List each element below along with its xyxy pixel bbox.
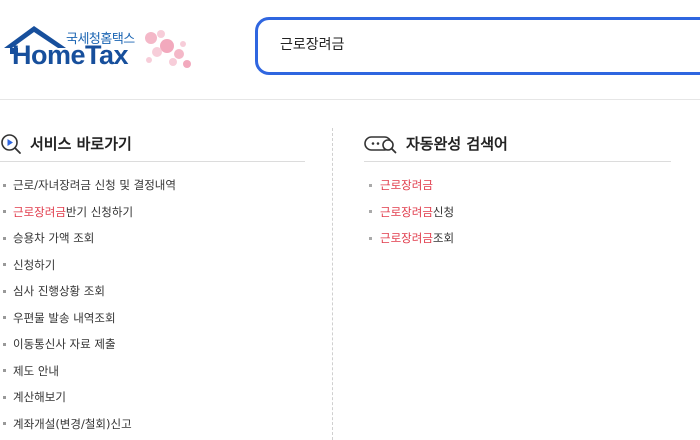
section-title: 서비스 바로가기 <box>30 135 132 153</box>
list-item[interactable]: 제도 안내 <box>0 358 305 385</box>
item-text: 제도 안내 <box>13 363 59 378</box>
bullet-icon <box>3 342 6 346</box>
bullet-icon <box>3 210 6 214</box>
highlight-text: 근로장려금 <box>380 231 433 246</box>
search-input[interactable] <box>280 36 680 52</box>
item-text: 계산해보기 <box>13 390 66 405</box>
list-item[interactable]: 이동통신사 자료 제출 <box>0 331 305 358</box>
bullet-icon <box>3 183 6 187</box>
item-text: 우편물 발송 내역조회 <box>13 310 116 325</box>
bullet-icon <box>369 183 372 187</box>
service-shortcuts-header: 서비스 바로가기 <box>0 126 305 162</box>
item-text: 반기 신청하기 <box>65 204 134 219</box>
section-title: 자동완성 검색어 <box>406 135 508 153</box>
item-text: 신청 <box>432 204 455 219</box>
bullet-icon <box>3 263 6 267</box>
service-shortcuts-section: 서비스 바로가기 근로/자녀장려금 신청 및 결정내역 근로장려금 반기 신청하… <box>0 126 305 437</box>
item-text: 심사 진행상황 조회 <box>13 284 105 299</box>
bullet-icon <box>3 316 6 320</box>
item-text: 이동통신사 자료 제출 <box>13 337 116 352</box>
column-divider <box>332 128 333 440</box>
bullet-icon <box>369 236 372 240</box>
list-item[interactable]: 심사 진행상황 조회 <box>0 278 305 305</box>
play-search-icon <box>1 133 21 154</box>
autocomplete-header: 자동완성 검색어 <box>364 126 671 162</box>
item-text: 계좌개설(변경/철회)신고 <box>13 416 132 431</box>
item-text: 근로/자녀장려금 신청 및 결정내역 <box>13 178 176 193</box>
logo-title: HomeTax <box>12 40 129 70</box>
list-item[interactable]: 근로장려금 <box>364 172 671 199</box>
item-text: 신청하기 <box>13 257 56 272</box>
highlight-text: 근로장려금 <box>13 204 66 219</box>
autocomplete-list: 근로장려금 근로장려금 신청 근로장려금 조회 <box>364 172 671 252</box>
highlight-text: 근로장려금 <box>380 178 433 193</box>
bullet-icon <box>3 289 6 293</box>
bullet-icon <box>3 395 6 399</box>
item-text: 조회 <box>432 231 455 246</box>
list-item[interactable]: 신청하기 <box>0 252 305 279</box>
list-item[interactable]: 우편물 발송 내역조회 <box>0 305 305 332</box>
item-text: 승용차 가액 조회 <box>13 231 95 246</box>
chat-search-icon <box>364 135 397 153</box>
list-item[interactable]: 승용차 가액 조회 <box>0 225 305 252</box>
list-item[interactable]: 근로장려금 신청 <box>364 199 671 226</box>
list-item[interactable]: 근로장려금 조회 <box>364 225 671 252</box>
header: 국세청홈택스 HomeTax <box>0 0 700 100</box>
list-item[interactable]: 계좌개설(변경/철회)신고 <box>0 411 305 438</box>
hometax-logo[interactable]: 국세청홈택스 HomeTax <box>2 24 202 78</box>
cherry-blossom-icon <box>145 30 191 68</box>
bullet-icon <box>3 422 6 426</box>
list-item[interactable]: 근로장려금 반기 신청하기 <box>0 199 305 226</box>
bullet-icon <box>3 369 6 373</box>
search-box[interactable] <box>255 17 700 75</box>
autocomplete-section: 자동완성 검색어 근로장려금 근로장려금 신청 근로장려금 조회 <box>364 126 671 252</box>
highlight-text: 근로장려금 <box>380 204 433 219</box>
list-item[interactable]: 근로/자녀장려금 신청 및 결정내역 <box>0 172 305 199</box>
service-list: 근로/자녀장려금 신청 및 결정내역 근로장려금 반기 신청하기 승용차 가액 … <box>0 172 305 437</box>
bullet-icon <box>3 236 6 240</box>
list-item[interactable]: 계산해보기 <box>0 384 305 411</box>
bullet-icon <box>369 210 372 214</box>
